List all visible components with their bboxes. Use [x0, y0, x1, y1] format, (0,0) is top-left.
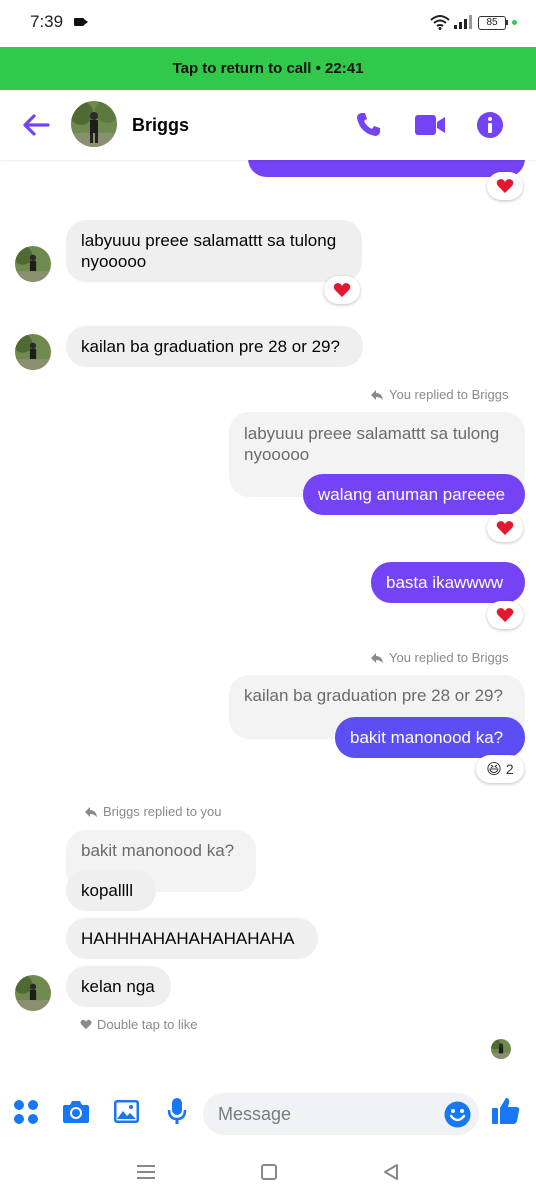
status-dot	[512, 20, 517, 25]
like-icon[interactable]	[491, 1096, 521, 1125]
double-tap-text: Double tap to like	[97, 1017, 198, 1032]
outgoing-message[interactable]: walang anuman pareeee	[303, 474, 525, 515]
seen-avatar	[491, 1039, 511, 1059]
outgoing-message[interactable]: basta ikawwww	[371, 562, 525, 603]
message-reaction[interactable]	[324, 276, 360, 304]
reply-icon	[371, 389, 383, 400]
phone-icon[interactable]	[355, 110, 383, 138]
back-nav-icon[interactable]	[383, 1163, 399, 1181]
heart-icon	[80, 1019, 92, 1030]
contact-name[interactable]: Briggs	[132, 115, 189, 136]
reply-note-text: Briggs replied to you	[103, 804, 222, 819]
screen-record-icon	[74, 18, 88, 26]
mic-icon[interactable]	[167, 1097, 187, 1125]
reply-note: You replied to Briggs	[370, 650, 509, 665]
battery-indicator: 85	[478, 16, 506, 30]
laughing-emoji-icon: 😆	[486, 761, 502, 778]
heart-icon	[333, 283, 351, 297]
message-reaction[interactable]	[487, 514, 523, 542]
return-to-call-banner[interactable]: Tap to return to call • 22:41	[0, 47, 536, 90]
incoming-message[interactable]: kopallll	[66, 870, 156, 911]
incoming-message[interactable]: kailan ba graduation pre 28 or 29?	[66, 326, 363, 367]
info-icon[interactable]	[477, 112, 503, 138]
gallery-icon[interactable]	[113, 1099, 140, 1124]
back-arrow-icon[interactable]	[20, 111, 52, 139]
message-reaction[interactable]: 😆 2	[476, 755, 524, 783]
sender-avatar[interactable]	[15, 246, 51, 282]
heart-icon	[496, 608, 514, 622]
reply-icon	[85, 806, 97, 817]
message-reaction[interactable]	[487, 172, 523, 200]
reply-icon	[371, 652, 383, 663]
incoming-message[interactable]: labyuuu preee salamattt sa tulong nyoooo…	[66, 220, 362, 282]
apps-icon[interactable]	[13, 1099, 39, 1125]
double-tap-hint: Double tap to like	[80, 1017, 197, 1032]
reply-note: You replied to Briggs	[370, 387, 509, 402]
contact-avatar[interactable]	[71, 101, 117, 147]
wifi-icon	[430, 15, 450, 30]
camera-icon[interactable]	[62, 1100, 90, 1124]
battery-tip	[506, 20, 508, 25]
emoji-icon[interactable]	[444, 1101, 471, 1128]
sender-avatar[interactable]	[15, 975, 51, 1011]
message-placeholder[interactable]: Message	[218, 1104, 291, 1125]
reply-note-text: You replied to Briggs	[389, 650, 509, 665]
incoming-message[interactable]: HAHHHAHAHAHAHAHAHA	[66, 918, 318, 959]
heart-icon	[496, 521, 514, 535]
home-icon[interactable]	[261, 1164, 277, 1180]
signal-icon	[454, 15, 472, 29]
outgoing-message[interactable]: bakit manonood ka?	[335, 717, 525, 758]
sender-avatar[interactable]	[15, 334, 51, 370]
status-time: 7:39	[30, 12, 64, 31]
incoming-message[interactable]: kelan nga	[66, 966, 171, 1007]
video-icon[interactable]	[414, 113, 446, 137]
heart-icon	[496, 179, 514, 193]
reaction-count: 2	[505, 761, 514, 777]
reply-note-text: You replied to Briggs	[389, 387, 509, 402]
menu-icon[interactable]	[137, 1164, 155, 1180]
reply-note: Briggs replied to you	[84, 804, 222, 819]
message-reaction[interactable]	[487, 601, 523, 629]
